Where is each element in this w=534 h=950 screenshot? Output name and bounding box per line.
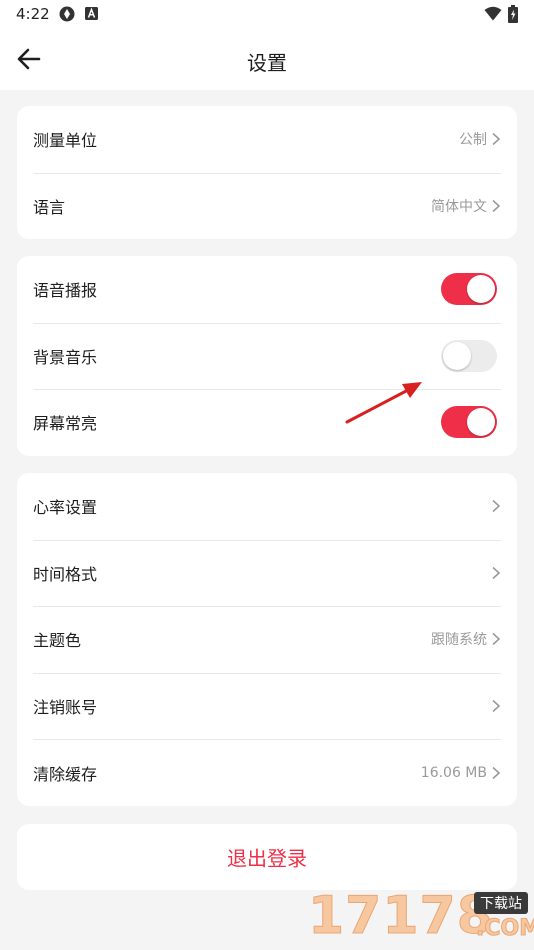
shutter-icon [59,6,75,22]
watermark-domain: .COM [475,916,534,942]
status-time: 4:22 [16,5,50,23]
toggle-knob [467,408,495,437]
chevron-right-icon [492,766,501,779]
row-label: 时间格式 [33,564,98,584]
row-label: 屏幕常亮 [33,414,98,434]
row-label: 主题色 [33,631,82,651]
chevron-right-icon [492,566,501,579]
chevron-right-icon [492,500,501,513]
row-value: 16.06 MB [420,764,487,781]
settings-group-units-language: 测量单位 公制 语言 简体中文 [17,106,517,240]
logout-label: 退出登录 [227,846,307,871]
watermark-logo: 17178 下载站 .COM [308,886,534,950]
row-label: 语言 [33,197,66,217]
header: 设置 [0,28,534,90]
settings-group-toggles: 语音播报 背景音乐 屏幕常亮 [17,256,517,456]
row-voice-broadcast: 语音播报 [17,256,517,323]
chevron-right-icon [492,133,501,146]
background-music-toggle[interactable] [441,339,497,372]
watermark-tag: 下载站 [474,892,528,914]
screen-always-on-toggle[interactable] [441,406,497,439]
wifi-icon [484,6,502,21]
row-delete-account[interactable]: 注销账号 [17,672,517,740]
row-screen-always-on: 屏幕常亮 [17,389,517,456]
watermark-number: 17178 [308,886,494,947]
row-measurement-unit[interactable]: 测量单位 公制 [17,106,517,173]
chevron-right-icon [492,699,501,713]
row-value: 简体中文 [431,198,487,215]
row-value: 跟随系统 [431,632,487,649]
chevron-right-icon [492,633,501,646]
toggle-knob [443,341,471,370]
row-language[interactable]: 语言 简体中文 [17,172,517,240]
status-bar: 4:22 [0,0,534,28]
voice-broadcast-toggle[interactable] [441,273,497,306]
annotation-arrow-icon [345,382,422,424]
row-label: 背景音乐 [33,347,98,367]
row-label: 注销账号 [33,698,98,718]
row-label: 清除缓存 [33,764,98,784]
row-time-format[interactable]: 时间格式 [17,539,517,607]
a-badge-icon [85,7,98,20]
row-clear-cache[interactable]: 清除缓存 16.06 MB [17,739,517,806]
settings-group-misc: 心率设置 时间格式 主题色 跟随系统 注销账号 清除缓存 16.06 MB [17,473,517,806]
battery-icon [508,5,518,23]
row-label: 测量单位 [33,131,98,151]
page-title: 设置 [247,51,287,75]
row-background-music: 背景音乐 [17,322,517,390]
toggle-knob [467,275,495,304]
row-heart-rate-settings[interactable]: 心率设置 [17,473,517,540]
row-value: 公制 [459,132,487,149]
row-label: 心率设置 [33,498,98,518]
row-theme-color[interactable]: 主题色 跟随系统 [17,606,517,673]
row-label: 语音播报 [33,281,98,301]
chevron-right-icon [492,199,501,212]
logout-button[interactable]: 退出登录 [17,824,517,890]
